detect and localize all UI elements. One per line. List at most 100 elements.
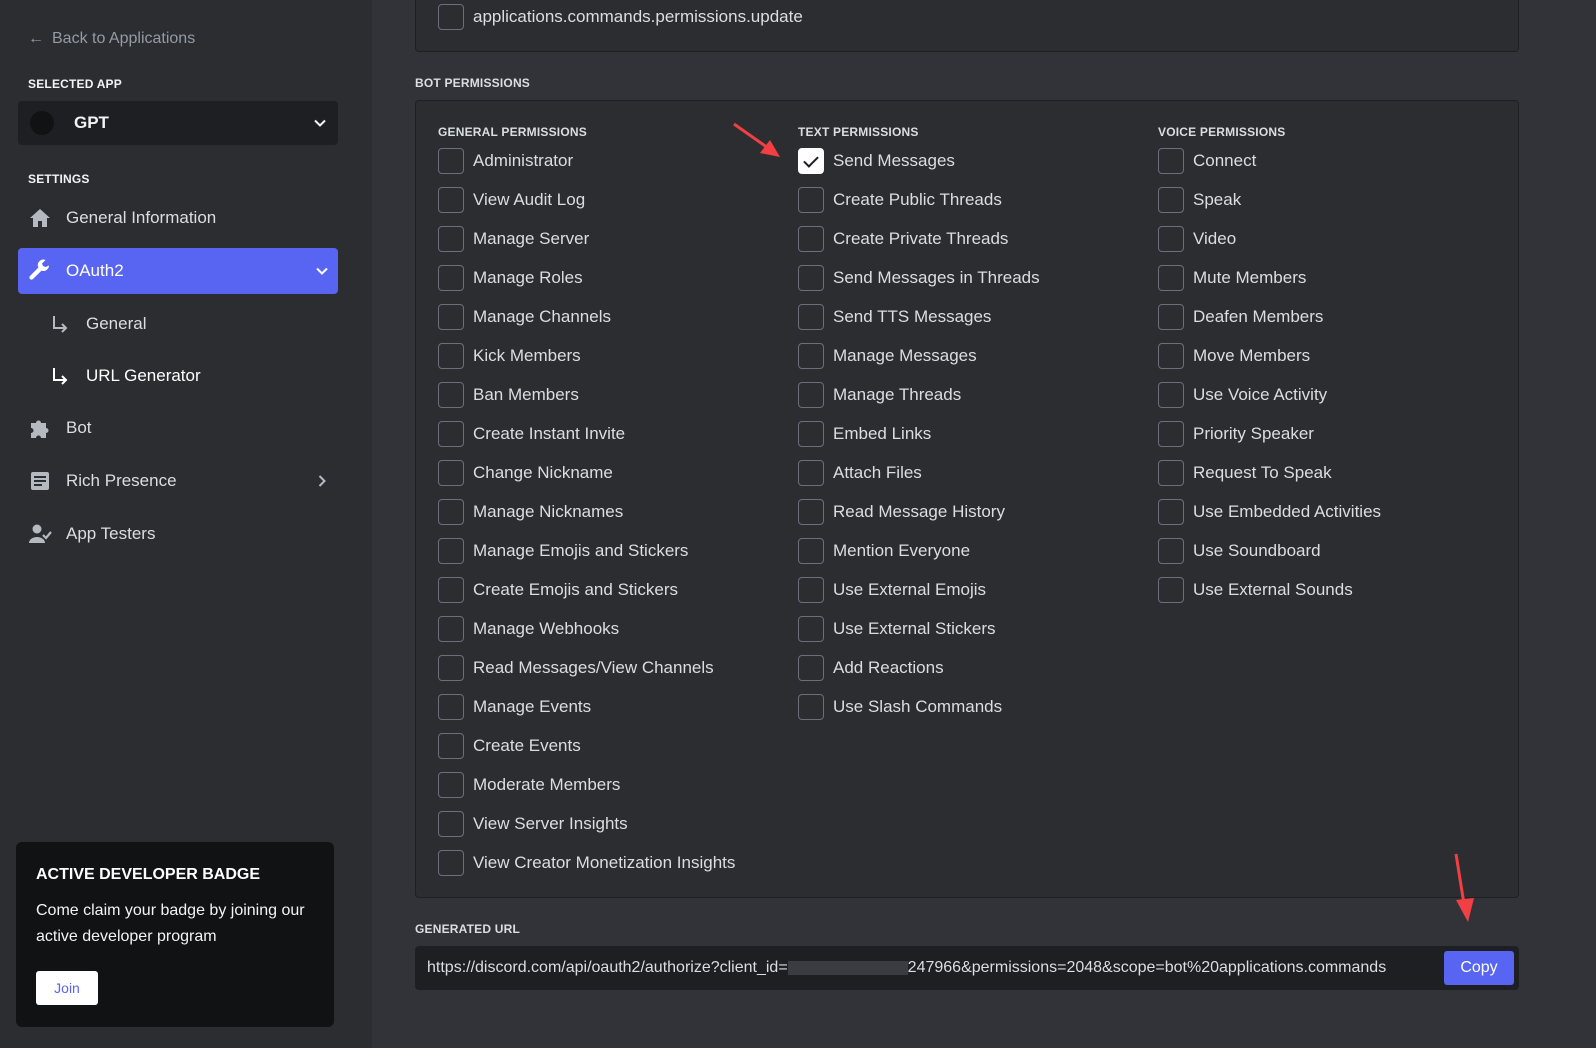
permission-row[interactable]: Manage Emojis and Stickers <box>438 537 688 565</box>
checkbox[interactable] <box>438 694 464 720</box>
checkbox[interactable] <box>798 226 824 252</box>
checkbox[interactable] <box>1158 148 1184 174</box>
checkbox[interactable] <box>438 382 464 408</box>
permission-row[interactable]: Priority Speaker <box>1158 420 1314 448</box>
nav-general-information[interactable]: General Information <box>18 195 338 241</box>
permission-row[interactable]: Manage Events <box>438 693 591 721</box>
permission-row[interactable]: Speak <box>1158 186 1241 214</box>
checkbox[interactable] <box>438 304 464 330</box>
checkbox[interactable] <box>1158 265 1184 291</box>
checkbox[interactable] <box>798 538 824 564</box>
checkbox[interactable] <box>438 460 464 486</box>
permission-row[interactable]: View Server Insights <box>438 810 628 838</box>
permission-row[interactable]: Use External Emojis <box>798 576 986 604</box>
checkbox[interactable] <box>798 148 824 174</box>
permission-row[interactable]: Send Messages in Threads <box>798 264 1040 292</box>
permission-row[interactable]: Use Embedded Activities <box>1158 498 1381 526</box>
checkbox[interactable] <box>438 616 464 642</box>
permission-row[interactable]: Manage Nicknames <box>438 498 623 526</box>
checkbox[interactable] <box>438 226 464 252</box>
permission-row[interactable]: Manage Server <box>438 225 589 253</box>
permission-row[interactable]: Create Events <box>438 732 581 760</box>
checkbox[interactable] <box>1158 304 1184 330</box>
generated-url-field[interactable]: https://discord.com/api/oauth2/authorize… <box>415 946 1519 990</box>
permission-row[interactable]: Administrator <box>438 147 573 175</box>
permission-row[interactable]: Ban Members <box>438 381 579 409</box>
checkbox[interactable] <box>1158 538 1184 564</box>
checkbox[interactable] <box>438 148 464 174</box>
checkbox[interactable] <box>798 382 824 408</box>
checkbox[interactable] <box>1158 343 1184 369</box>
permission-row[interactable]: View Creator Monetization Insights <box>438 849 735 877</box>
checkbox[interactable] <box>1158 499 1184 525</box>
copy-button[interactable]: Copy <box>1444 951 1514 985</box>
permission-row[interactable]: Manage Threads <box>798 381 961 409</box>
checkbox[interactable] <box>798 265 824 291</box>
nav-oauth2[interactable]: OAuth2 <box>18 248 338 294</box>
checkbox[interactable] <box>1158 460 1184 486</box>
checkbox[interactable] <box>438 772 464 798</box>
permission-row[interactable]: Manage Messages <box>798 342 977 370</box>
checkbox[interactable] <box>798 343 824 369</box>
nav-app-testers[interactable]: App Testers <box>18 511 338 557</box>
checkbox[interactable] <box>798 577 824 603</box>
checkbox[interactable] <box>438 4 464 30</box>
checkbox[interactable] <box>798 655 824 681</box>
checkbox[interactable] <box>798 694 824 720</box>
checkbox[interactable] <box>798 499 824 525</box>
permission-row[interactable]: Deafen Members <box>1158 303 1323 331</box>
join-button[interactable]: Join <box>36 971 98 1005</box>
permission-row[interactable]: Moderate Members <box>438 771 620 799</box>
scope-applications-commands-permissions-update[interactable]: applications.commands.permissions.update <box>438 3 803 31</box>
permission-row[interactable]: Video <box>1158 225 1236 253</box>
permission-row[interactable]: Manage Channels <box>438 303 611 331</box>
permission-row[interactable]: Add Reactions <box>798 654 944 682</box>
permission-row[interactable]: Attach Files <box>798 459 922 487</box>
permission-row[interactable]: Create Emojis and Stickers <box>438 576 678 604</box>
permission-row[interactable]: Read Messages/View Channels <box>438 654 714 682</box>
permission-row[interactable]: Create Instant Invite <box>438 420 625 448</box>
permission-row[interactable]: Mute Members <box>1158 264 1306 292</box>
checkbox[interactable] <box>438 655 464 681</box>
checkbox[interactable] <box>798 616 824 642</box>
permission-row[interactable]: Send Messages <box>798 147 955 175</box>
checkbox[interactable] <box>1158 421 1184 447</box>
permission-row[interactable]: Manage Roles <box>438 264 583 292</box>
checkbox[interactable] <box>438 733 464 759</box>
permission-row[interactable]: Embed Links <box>798 420 931 448</box>
checkbox[interactable] <box>798 421 824 447</box>
checkbox[interactable] <box>438 577 464 603</box>
checkbox[interactable] <box>438 343 464 369</box>
permission-row[interactable]: Request To Speak <box>1158 459 1332 487</box>
permission-row[interactable]: Create Private Threads <box>798 225 1008 253</box>
permission-row[interactable]: Manage Webhooks <box>438 615 619 643</box>
permission-row[interactable]: Create Public Threads <box>798 186 1002 214</box>
checkbox[interactable] <box>1158 382 1184 408</box>
back-to-applications-link[interactable]: ← Back to Applications <box>28 28 195 50</box>
permission-row[interactable]: Use External Stickers <box>798 615 996 643</box>
app-selector[interactable]: GPT <box>18 101 338 145</box>
checkbox[interactable] <box>1158 226 1184 252</box>
permission-row[interactable]: Use Voice Activity <box>1158 381 1327 409</box>
checkbox[interactable] <box>1158 577 1184 603</box>
permission-row[interactable]: Use Soundboard <box>1158 537 1321 565</box>
checkbox[interactable] <box>438 538 464 564</box>
checkbox[interactable] <box>438 499 464 525</box>
nav-bot[interactable]: Bot <box>18 405 338 451</box>
checkbox[interactable] <box>1158 187 1184 213</box>
checkbox[interactable] <box>798 304 824 330</box>
permission-row[interactable]: Read Message History <box>798 498 1005 526</box>
checkbox[interactable] <box>438 187 464 213</box>
checkbox[interactable] <box>798 187 824 213</box>
checkbox[interactable] <box>438 811 464 837</box>
permission-row[interactable]: Connect <box>1158 147 1256 175</box>
permission-row[interactable]: Kick Members <box>438 342 581 370</box>
checkbox[interactable] <box>438 850 464 876</box>
permission-row[interactable]: Use Slash Commands <box>798 693 1002 721</box>
permission-row[interactable]: Move Members <box>1158 342 1310 370</box>
checkbox[interactable] <box>438 265 464 291</box>
permission-row[interactable]: View Audit Log <box>438 186 585 214</box>
checkbox[interactable] <box>798 460 824 486</box>
nav-url-generator[interactable]: URL Generator <box>50 356 330 396</box>
permission-row[interactable]: Change Nickname <box>438 459 613 487</box>
